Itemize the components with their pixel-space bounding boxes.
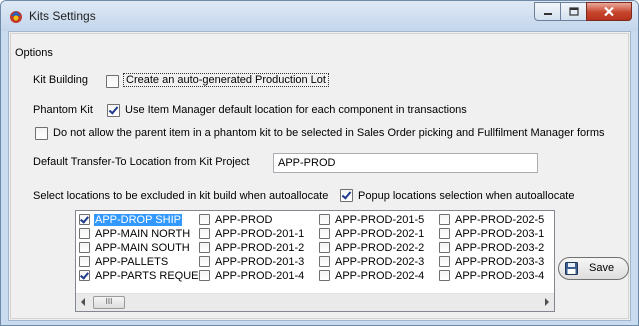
minimize-icon xyxy=(543,12,552,15)
location-checkbox[interactable] xyxy=(319,270,330,281)
transfer-to-input[interactable]: APP-PROD xyxy=(273,153,538,173)
app-icon xyxy=(10,11,22,23)
location-item[interactable]: APP-PROD-203-3 xyxy=(438,255,545,269)
kits-settings-window: Kits Settings Options Kit Building Creat… xyxy=(0,0,639,326)
locations-column: APP-DROP SHIP APP-MAIN NORTH APP-MAIN SO… xyxy=(78,213,200,283)
use-default-location-checkbox[interactable] xyxy=(107,104,120,117)
save-button-label: Save xyxy=(589,262,615,274)
popup-selection-label[interactable]: Popup locations selection when autoalloc… xyxy=(358,190,574,202)
location-item[interactable]: APP-PROD-201-2 xyxy=(198,241,305,255)
disallow-parent-label[interactable]: Do not allow the parent item in a phanto… xyxy=(53,127,605,139)
location-item[interactable]: APP-MAIN NORTH xyxy=(78,227,200,241)
kit-building-label: Kit Building xyxy=(33,74,89,86)
auto-lot-checkbox[interactable] xyxy=(106,75,119,88)
location-item[interactable]: APP-PROD-201-1 xyxy=(198,227,305,241)
location-checkbox[interactable] xyxy=(199,242,210,253)
location-item[interactable]: APP-PROD-201-3 xyxy=(198,255,305,269)
title-bar[interactable]: Kits Settings xyxy=(1,1,638,31)
location-checkbox[interactable] xyxy=(199,256,210,267)
scroll-thumb[interactable]: III xyxy=(93,296,125,309)
save-button[interactable]: Save xyxy=(558,257,629,280)
location-item[interactable]: APP-PROD-202-2 xyxy=(318,241,425,255)
scroll-left-icon[interactable] xyxy=(81,298,85,306)
disallow-parent-checkbox[interactable] xyxy=(35,127,48,140)
location-checkbox[interactable] xyxy=(439,214,450,225)
auto-lot-label[interactable]: Create an auto-generated Production Lot xyxy=(123,73,329,87)
location-checkbox[interactable] xyxy=(439,228,450,239)
locations-column: APP-PROD APP-PROD-201-1 APP-PROD-201-2 A… xyxy=(198,213,305,283)
location-checkbox[interactable] xyxy=(439,242,450,253)
location-checkbox[interactable] xyxy=(199,214,210,225)
location-item[interactable]: APP-PROD xyxy=(198,213,305,227)
location-item[interactable]: APP-PROD-203-4 xyxy=(438,269,545,283)
popup-selection-checkbox[interactable] xyxy=(340,189,353,202)
window-controls xyxy=(534,2,632,22)
minimize-button[interactable] xyxy=(534,2,561,21)
location-item[interactable]: APP-DROP SHIP xyxy=(78,213,200,227)
location-checkbox[interactable] xyxy=(79,256,90,267)
location-checkbox[interactable] xyxy=(319,214,330,225)
location-checkbox[interactable] xyxy=(319,256,330,267)
location-checkbox[interactable] xyxy=(439,270,450,281)
phantom-kit-label: Phantom Kit xyxy=(33,104,93,116)
use-default-location-label[interactable]: Use Item Manager default location for ea… xyxy=(125,104,467,116)
location-item[interactable]: APP-PROD-202-4 xyxy=(318,269,425,283)
location-item[interactable]: APP-PROD-203-2 xyxy=(438,241,545,255)
maximize-icon xyxy=(568,7,579,16)
location-checkbox[interactable] xyxy=(79,242,90,253)
location-checkbox[interactable] xyxy=(79,270,90,281)
location-checkbox[interactable] xyxy=(319,228,330,239)
locations-column: APP-PROD-202-5 APP-PROD-203-1 APP-PROD-2… xyxy=(438,213,545,283)
location-checkbox[interactable] xyxy=(199,270,210,281)
location-item[interactable]: APP-PARTS REQUE xyxy=(78,269,200,283)
location-checkbox[interactable] xyxy=(199,228,210,239)
options-group-title: Options xyxy=(15,47,53,59)
location-checkbox[interactable] xyxy=(319,242,330,253)
location-checkbox[interactable] xyxy=(79,228,90,239)
transfer-to-label: Default Transfer-To Location from Kit Pr… xyxy=(33,156,250,168)
location-item[interactable]: APP-PALLETS xyxy=(78,255,200,269)
maximize-button[interactable] xyxy=(560,2,587,21)
location-item[interactable]: APP-MAIN SOUTH xyxy=(78,241,200,255)
client-area: Options Kit Building Create an auto-gene… xyxy=(8,31,631,321)
location-item[interactable]: APP-PROD-202-3 xyxy=(318,255,425,269)
location-item[interactable]: APP-PROD-201-4 xyxy=(198,269,305,283)
location-item[interactable]: APP-PROD-203-1 xyxy=(438,227,545,241)
location-item[interactable]: APP-PROD-202-1 xyxy=(318,227,425,241)
location-item[interactable]: APP-PROD-202-5 xyxy=(438,213,545,227)
close-icon xyxy=(604,6,614,17)
close-button[interactable] xyxy=(586,2,632,21)
locations-checklist[interactable]: APP-DROP SHIP APP-MAIN NORTH APP-MAIN SO… xyxy=(75,210,555,312)
location-checkbox[interactable] xyxy=(79,214,90,225)
scroll-right-icon[interactable] xyxy=(545,298,549,306)
locations-column: APP-PROD-201-5 APP-PROD-202-1 APP-PROD-2… xyxy=(318,213,425,283)
location-item[interactable]: APP-PROD-201-5 xyxy=(318,213,425,227)
window-title: Kits Settings xyxy=(29,9,96,23)
location-checkbox[interactable] xyxy=(439,256,450,267)
options-group: Options Kit Building Create an auto-gene… xyxy=(10,33,629,319)
horizontal-scrollbar[interactable]: III xyxy=(76,293,554,311)
save-icon xyxy=(565,262,578,275)
exclude-locations-label: Select locations to be excluded in kit b… xyxy=(33,190,329,202)
